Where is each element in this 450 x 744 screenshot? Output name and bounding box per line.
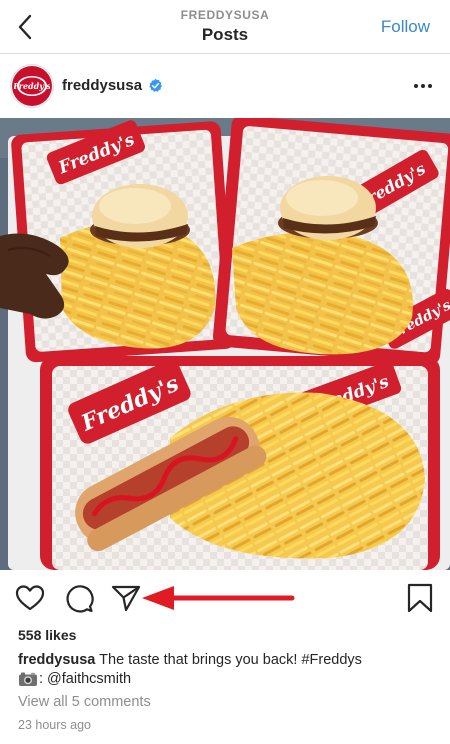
likes-count[interactable]: 558 likes bbox=[18, 626, 76, 644]
bookmark-icon[interactable] bbox=[404, 582, 436, 614]
post-username[interactable]: freddysusa bbox=[62, 75, 142, 97]
follow-button[interactable]: Follow bbox=[381, 15, 430, 39]
comment-icon[interactable] bbox=[63, 582, 95, 614]
view-all-comments-link[interactable]: View all 5 comments bbox=[18, 692, 151, 712]
back-button[interactable] bbox=[12, 12, 38, 42]
avatar[interactable]: Freddy's bbox=[10, 64, 54, 108]
caption-username[interactable]: freddysusa bbox=[18, 652, 95, 668]
chevron-left-icon bbox=[18, 14, 32, 40]
freddys-logo-avatar: Freddy's bbox=[12, 66, 52, 106]
post-action-bar bbox=[0, 574, 450, 624]
caption-hashtag[interactable]: #Freddys bbox=[301, 652, 361, 668]
photo-credit-prefix: : bbox=[39, 671, 44, 687]
svg-text:Freddy's: Freddy's bbox=[14, 81, 50, 91]
post-header: Freddy's freddysusa bbox=[0, 55, 450, 117]
photo-credit-mention[interactable]: @faithcsmith bbox=[47, 669, 131, 689]
freddys-logo-icon: Freddy's bbox=[14, 76, 50, 96]
post-caption: freddysusa The taste that brings you bac… bbox=[18, 650, 438, 670]
heart-icon[interactable] bbox=[14, 582, 46, 614]
top-navigation-bar: FREDDYSUSA Posts Follow bbox=[0, 0, 450, 54]
post-timestamp: 23 hours ago bbox=[18, 718, 91, 732]
food-photo-illustration: Freddy's Freddy's Freddy's Freddy's Fred… bbox=[0, 118, 450, 570]
header-account-name: FREDDYSUSA bbox=[180, 8, 270, 22]
annotation-arrow-icon bbox=[142, 586, 295, 610]
caption-text: The taste that brings you back! bbox=[99, 652, 298, 668]
paper-plane-icon[interactable] bbox=[110, 582, 142, 614]
camera-icon bbox=[19, 672, 37, 686]
more-horizontal-icon[interactable] bbox=[412, 76, 434, 96]
page-title: Posts bbox=[201, 25, 249, 44]
verified-badge-icon bbox=[149, 78, 162, 92]
photo-credit: : @faithcsmith bbox=[18, 669, 131, 689]
header-title-group: FREDDYSUSA Posts bbox=[100, 7, 350, 47]
post-photo[interactable]: Freddy's Freddy's Freddy's Freddy's Fred… bbox=[0, 118, 450, 570]
